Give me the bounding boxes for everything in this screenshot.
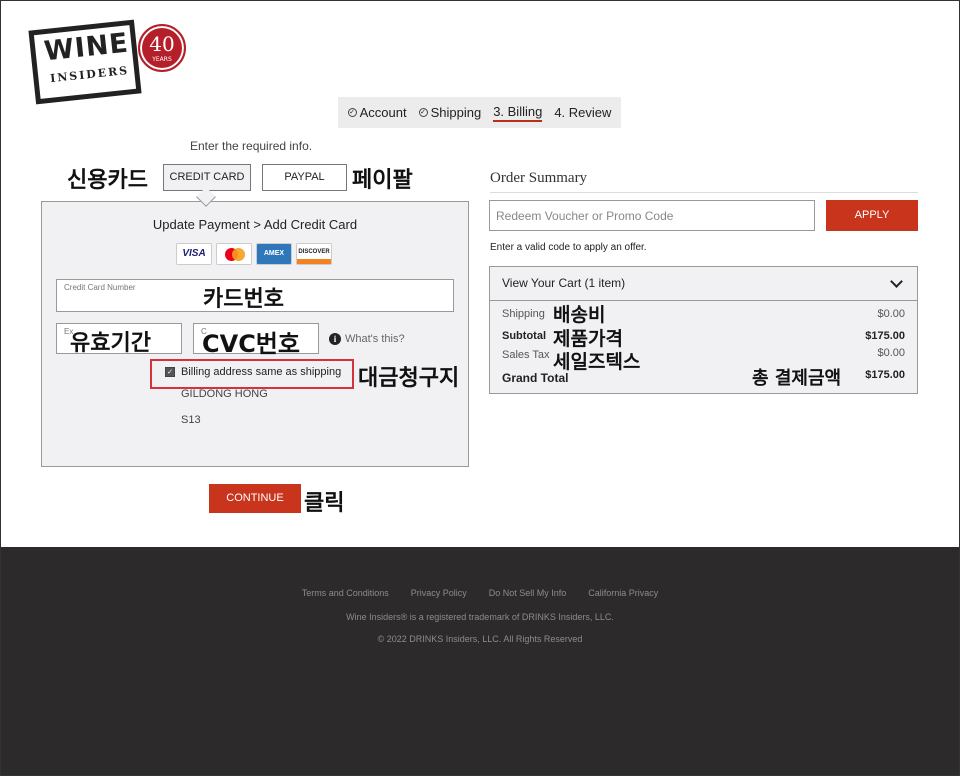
- credit-card-number-label: Credit Card Number: [64, 283, 136, 292]
- seal-text: YEARS: [152, 56, 172, 63]
- sales-tax-value: $0.00: [877, 347, 905, 359]
- annotation-sales-tax: 세일즈텍스: [553, 351, 641, 373]
- discover-label: DISCOVER: [298, 249, 330, 255]
- billing-same-label[interactable]: Billing address same as shipping: [181, 366, 341, 378]
- subtotal-label: Subtotal: [502, 330, 546, 342]
- annotation-expiry: 유효기간: [70, 331, 151, 356]
- step-label: 3. Billing: [493, 103, 543, 119]
- annotation-card-number: 카드번호: [203, 287, 284, 312]
- order-summary-divider: [490, 192, 918, 193]
- required-info-note: Enter the required info.: [190, 139, 313, 153]
- step-label: Shipping: [430, 105, 482, 120]
- grand-total-value: $175.00: [865, 369, 905, 381]
- checkout-steps: ✓ Account ✓ Shipping 3. Billing 4. Revie…: [338, 97, 621, 128]
- discover-icon: DISCOVER: [296, 243, 332, 265]
- seal-number: 40: [149, 32, 175, 56]
- info-icon[interactable]: i: [329, 333, 341, 345]
- step-review[interactable]: 4. Review: [554, 105, 611, 120]
- check-icon: ✓: [347, 108, 357, 117]
- subtotal-value: $175.00: [865, 330, 905, 342]
- footer-link-california-privacy[interactable]: California Privacy: [588, 588, 658, 598]
- apply-button[interactable]: APPLY: [826, 200, 918, 231]
- wine-insiders-logo[interactable]: WINE INSIDERS 40 YEARS: [28, 19, 190, 105]
- panel-title: Update Payment > Add Credit Card: [152, 217, 358, 232]
- tab-credit-card[interactable]: CREDIT CARD: [163, 164, 251, 191]
- sales-tax-label: Sales Tax: [502, 349, 550, 361]
- footer-link-terms[interactable]: Terms and Conditions: [302, 588, 389, 598]
- chevron-down-icon: [890, 275, 903, 288]
- view-cart-label: View Your Cart (1 item): [502, 276, 626, 290]
- view-cart-toggle[interactable]: View Your Cart (1 item): [490, 267, 917, 301]
- promo-code-input[interactable]: [489, 200, 815, 231]
- step-billing[interactable]: 3. Billing: [493, 103, 543, 122]
- shipping-value: $0.00: [877, 308, 905, 320]
- step-label: Account: [359, 105, 407, 120]
- whats-this-link[interactable]: What's this?: [345, 333, 405, 345]
- site-footer: Terms and Conditions Privacy Policy Do N…: [0, 547, 960, 776]
- annotation-cvc: CVC번호: [202, 330, 300, 358]
- annotation-click: 클릭: [304, 491, 345, 516]
- mastercard-icon: [216, 243, 252, 265]
- annotation-billing: 대금청구지: [358, 366, 460, 391]
- annotation-credit-card: 신용카드: [67, 168, 148, 193]
- promo-code-note: Enter a valid code to apply an offer.: [490, 242, 647, 253]
- annotation-grand-total: 총 결제금액: [752, 368, 842, 389]
- tab-paypal[interactable]: PAYPAL: [262, 164, 347, 191]
- footer-links: Terms and Conditions Privacy Policy Do N…: [0, 588, 960, 598]
- order-summary-title: Order Summary: [490, 170, 588, 186]
- footer-trademark: Wine Insiders® is a registered trademark…: [346, 612, 614, 622]
- footer-link-do-not-sell[interactable]: Do Not Sell My Info: [489, 588, 567, 598]
- amex-icon: AMEX: [256, 243, 292, 265]
- step-shipping[interactable]: ✓ Shipping: [418, 105, 482, 120]
- accepted-cards: VISA AMEX DISCOVER: [176, 243, 332, 265]
- annotation-shipping: 배송비: [553, 304, 606, 326]
- footer-copyright: © 2022 DRINKS Insiders, LLC. All Rights …: [377, 634, 583, 644]
- continue-button[interactable]: CONTINUE: [209, 484, 301, 513]
- anniversary-seal-icon: 40 YEARS: [138, 24, 186, 72]
- billing-same-checkbox[interactable]: ✓: [165, 367, 175, 377]
- check-icon: ✓: [418, 108, 428, 117]
- footer-link-privacy[interactable]: Privacy Policy: [411, 588, 467, 598]
- visa-icon: VISA: [176, 243, 212, 265]
- step-label: 4. Review: [554, 105, 612, 120]
- annotation-paypal: 페이팔: [352, 168, 413, 193]
- billing-address-line: S13: [181, 414, 201, 426]
- billing-name: GILDONG HONG: [181, 388, 268, 400]
- step-account[interactable]: ✓ Account: [347, 105, 407, 120]
- shipping-label: Shipping: [502, 308, 545, 320]
